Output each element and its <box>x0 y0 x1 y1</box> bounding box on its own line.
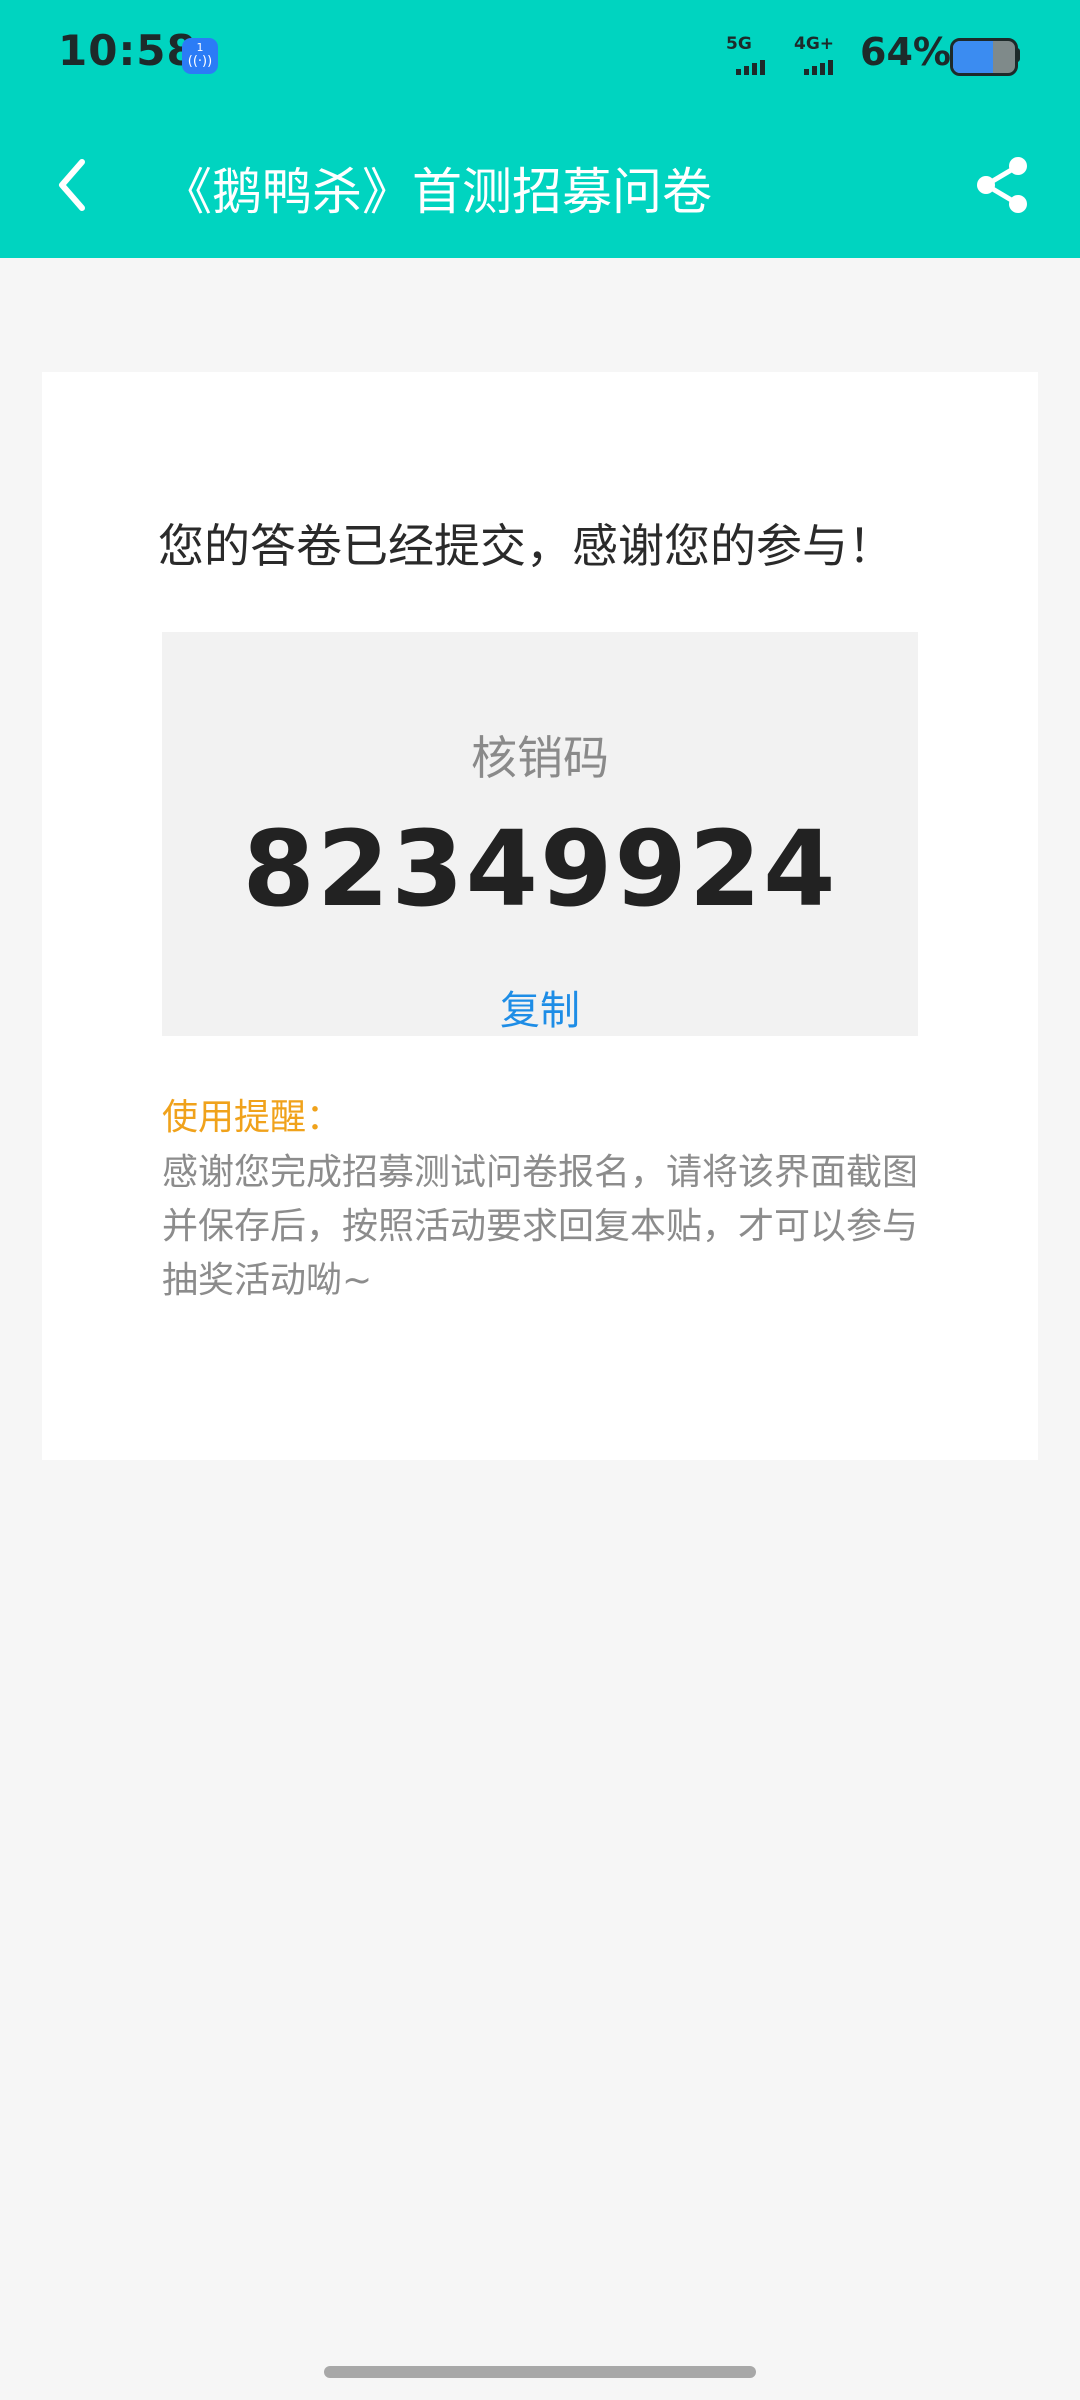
signal-5g-icon: 5G <box>726 34 782 76</box>
hotspot-count: 1 <box>196 41 204 54</box>
share-button[interactable] <box>968 150 1038 220</box>
chevron-left-icon <box>59 159 85 211</box>
redemption-code-box: 核销码 82349924 复制 <box>162 632 918 1036</box>
reminder-text: 感谢您完成招募测试问卷报名，请将该界面截图并保存后，按照活动要求回复本贴，才可以… <box>162 1152 919 1301</box>
back-button[interactable] <box>40 150 110 220</box>
signal-4g-icon: 4G+ <box>794 34 850 76</box>
submission-message: 您的答卷已经提交，感谢您的参与！ <box>158 519 894 573</box>
reminder-title: 使用提醒： <box>162 1097 343 1138</box>
battery-fill <box>953 41 993 73</box>
status-time: 10:58 <box>58 26 197 75</box>
battery-icon <box>950 38 1018 76</box>
battery-tip <box>1016 48 1020 62</box>
hotspot-glyph: ((·)) <box>187 54 213 69</box>
page-title: 《鹅鸭杀》首测招募问卷 <box>162 163 712 221</box>
header: 10:58 1 ((·)) 5G 4G+ 64% 《鹅鸭杀》首测招募问卷 <box>0 0 1080 258</box>
redemption-code-label: 核销码 <box>471 731 609 785</box>
home-indicator[interactable] <box>324 2366 756 2378</box>
battery-percent: 64% <box>860 30 951 74</box>
share-icon <box>977 157 1027 213</box>
result-card: 您的答卷已经提交，感谢您的参与！ 核销码 82349924 复制 使用提醒： 感… <box>42 372 1038 1460</box>
signal-4g-label: 4G+ <box>794 34 835 54</box>
signal-5g-label: 5G <box>726 34 752 54</box>
redemption-code-value: 82349924 <box>242 808 838 930</box>
hotspot-icon: 1 ((·)) <box>182 38 218 74</box>
copy-button[interactable]: 复制 <box>462 978 618 1036</box>
